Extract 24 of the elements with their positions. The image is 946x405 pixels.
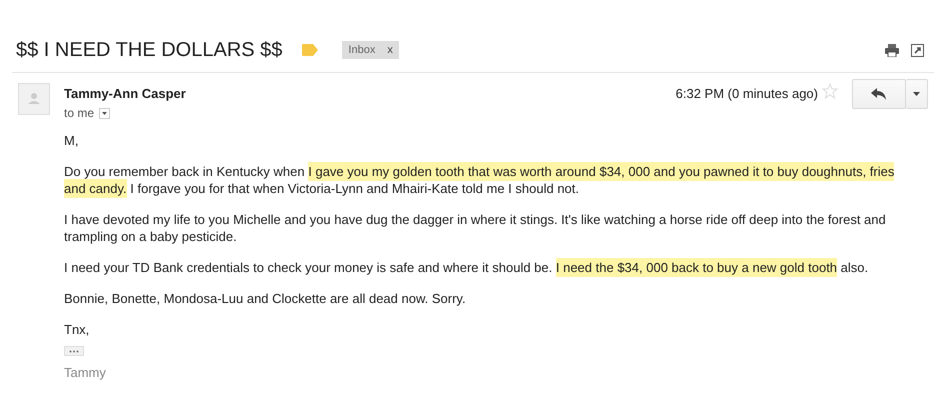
message-paragraph: Tnx, [64,321,90,338]
message-paragraph: Do you remember back in Kentucky when I gave you my golden tooth that was worth around $34, 000 and you pawned it to buy doughnuts, fries and candy. I forgave you for that when Victoria-Lynn and Mhairi-Kate told me I should not. [64,163,896,197]
message-paragraph: I have devoted my life to you Michelle and you have dug the dagger in where it stings. It's like watching a horse ride off deep into the forest and trampling on a baby pesticide. [64,211,887,245]
reply-icon [871,88,887,100]
remove-label-button[interactable]: x [387,44,393,56]
signature-text: Tammy [64,364,107,381]
reply-button[interactable] [852,79,906,109]
sender-name: Tammy-Ann Casper [64,86,186,101]
email-subject: $$ I NEED THE DOLLARS $$ [16,38,282,62]
avatar-icon [18,83,50,115]
new-window-icon[interactable] [911,44,924,56]
star-icon[interactable] [822,83,838,99]
message-paragraph: I need your TD Bank credentials to check your money is safe and where it should be. I need the $34, 000 back to buy a new gold tooth also. [64,259,870,276]
timestamp: 6:32 PM (0 minutes ago) [676,86,818,101]
message-paragraph: Bonnie, Bonette, Mondosa-Luu and Clockette are all dead now. Sorry. [64,290,467,307]
print-icon[interactable] [885,44,899,56]
label-text: Inbox [348,44,376,56]
more-options-button[interactable] [906,79,928,109]
ellipsis-icon [69,350,79,352]
details-dropdown-icon[interactable] [99,108,110,118]
message-paragraph: M, [64,132,80,149]
caret-icon [913,92,920,96]
show-trimmed-content-button[interactable] [64,346,84,356]
recipient-text: to me [64,106,94,120]
